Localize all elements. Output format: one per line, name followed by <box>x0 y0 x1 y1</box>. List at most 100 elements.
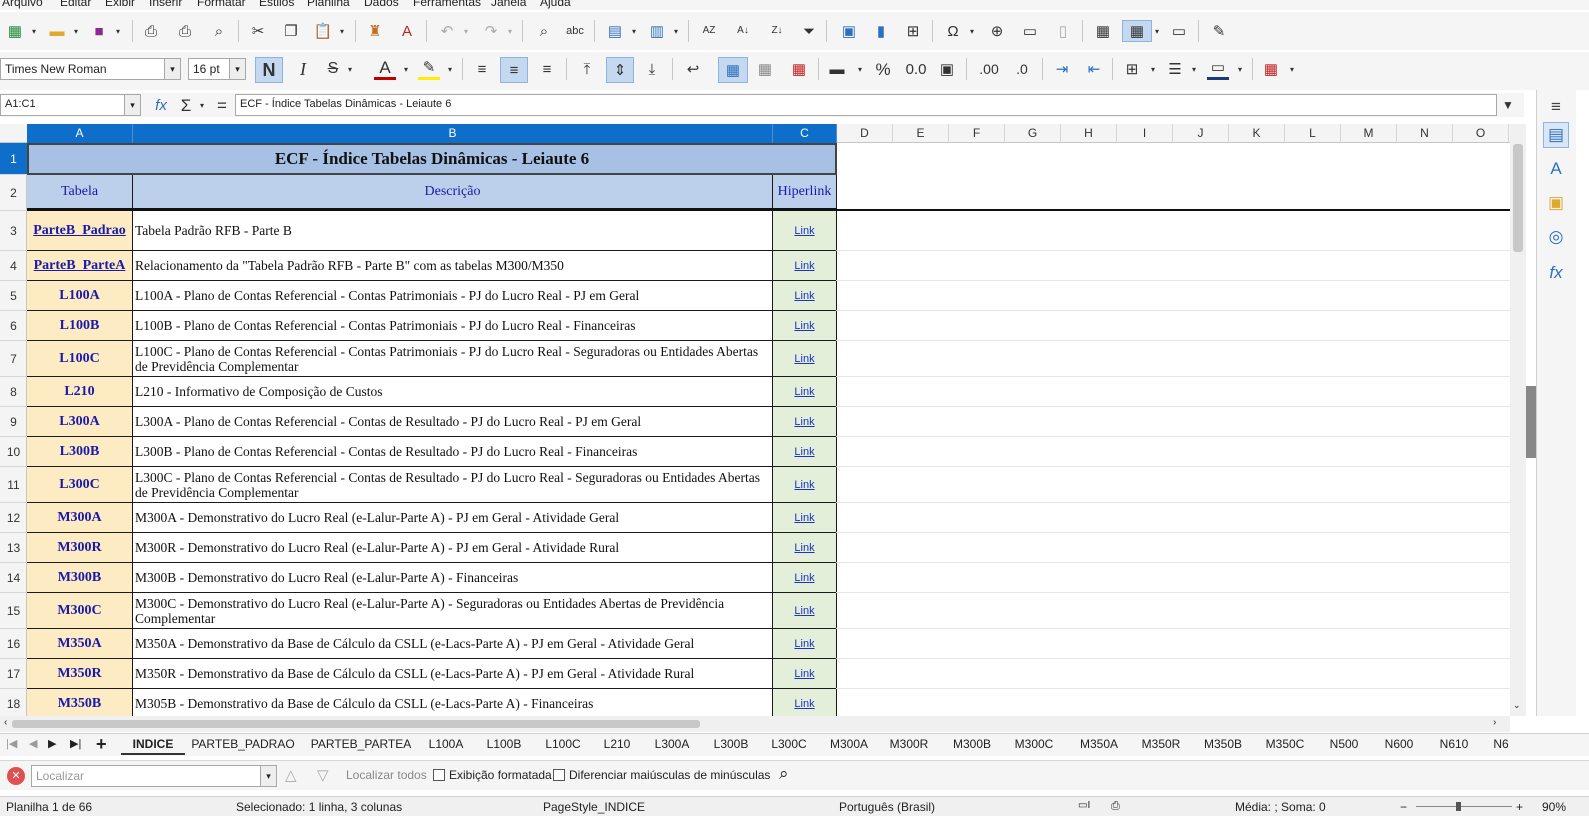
spellcheck-icon[interactable]: abc <box>564 20 586 42</box>
hyperlink-cell[interactable]: Link <box>773 593 837 629</box>
hyperlink-cell[interactable]: Link <box>773 341 837 377</box>
row-header-9[interactable]: 9 <box>0 407 27 437</box>
description-cell[interactable]: M305B - Demonstrativo da Base de Cálculo… <box>133 689 773 716</box>
table-name-cell[interactable]: L300C <box>27 467 133 503</box>
row-header-16[interactable]: 16 <box>0 629 27 659</box>
row-header-10[interactable]: 10 <box>0 437 27 467</box>
function-wizard-icon[interactable]: fx <box>150 94 172 116</box>
chevron-down-icon[interactable]: ▾ <box>124 95 140 115</box>
print-preview-icon[interactable]: ⌕ <box>208 20 230 42</box>
border-style-dropdown-icon[interactable]: ▾ <box>1190 58 1198 80</box>
zoom-in-icon[interactable]: + <box>1516 800 1523 814</box>
hyperlink-cell[interactable]: Link <box>773 377 837 407</box>
menu-item-arquivo[interactable]: Arquivo <box>2 0 43 9</box>
table-name-cell[interactable]: M350A <box>27 629 133 659</box>
hyperlink-cell[interactable]: Link <box>773 311 837 341</box>
font-size-box[interactable]: 16 pt ▾ <box>188 58 246 80</box>
column-icon[interactable]: ▥ <box>646 20 668 42</box>
row-header-7[interactable]: 7 <box>0 341 27 377</box>
bold-button[interactable]: N <box>255 57 283 83</box>
row-header-15[interactable]: 15 <box>0 593 27 629</box>
add-decimal-button[interactable]: .00 <box>975 58 1003 80</box>
zoom-level[interactable]: 90% <box>1542 800 1566 814</box>
row-header-5[interactable]: 5 <box>0 281 27 311</box>
paste-dropdown-icon[interactable]: ▾ <box>338 20 346 42</box>
description-cell[interactable]: Relacionamento da "Tabela Padrão RFB - P… <box>133 251 773 281</box>
tab-m300b[interactable]: M300B <box>947 737 997 755</box>
last-sheet-icon[interactable]: ▶| <box>70 737 81 750</box>
redo-dropdown-icon[interactable]: ▾ <box>506 20 514 42</box>
table-name-cell[interactable]: L300B <box>27 437 133 467</box>
sum-icon[interactable]: Σ <box>175 94 197 116</box>
number-format-button[interactable]: 0.0 <box>903 58 929 80</box>
header-footer-icon[interactable]: ▯ <box>1052 20 1074 42</box>
link-text[interactable]: Link <box>794 605 814 617</box>
chevron-down-icon[interactable]: ▾ <box>260 766 276 786</box>
tab-l300c[interactable]: L300C <box>764 737 814 755</box>
tab-m350a[interactable]: M350A <box>1071 737 1127 755</box>
sidebar-menu-icon[interactable]: ≡ <box>1543 94 1569 120</box>
font-color-button[interactable]: A <box>374 58 396 80</box>
link-text[interactable]: Link <box>794 572 814 584</box>
currency-format-icon[interactable]: ▬ <box>826 58 848 80</box>
hyperlink-cell[interactable]: Link <box>773 251 837 281</box>
hyperlink-cell[interactable]: Link <box>773 629 837 659</box>
align-top-icon[interactable]: ⤒ <box>576 58 598 80</box>
link-text[interactable]: Link <box>794 446 814 458</box>
link-text[interactable]: Link <box>794 260 814 272</box>
wrap-text-icon[interactable]: ↩ <box>682 58 704 80</box>
save-dropdown-icon[interactable]: ▾ <box>114 20 122 42</box>
tab-n600[interactable]: N600 <box>1375 737 1423 755</box>
redo-icon[interactable]: ↷ <box>480 20 502 42</box>
menu-item-estilos[interactable]: Estilos <box>259 0 294 9</box>
menu-item-formatar[interactable]: Formatar <box>197 0 246 9</box>
column-header-f[interactable]: F <box>949 124 1005 143</box>
border-style-icon[interactable]: ☰ <box>1164 58 1186 80</box>
tab-l100b[interactable]: L100B <box>478 737 530 755</box>
table-name-cell[interactable]: L100C <box>27 341 133 377</box>
row-icon[interactable]: ▤ <box>604 20 626 42</box>
sheet-grid[interactable]: ECF - Índice Tabelas Dinâmicas - Leiaute… <box>27 143 1510 716</box>
clear-formatting-icon[interactable]: A <box>396 20 418 42</box>
table-name-cell[interactable]: M300A <box>27 503 133 533</box>
hyperlink-cell[interactable]: Link <box>773 211 837 251</box>
find-all-button[interactable]: Localizar todos <box>346 768 427 782</box>
tab-l100a[interactable]: L100A <box>423 737 469 755</box>
description-cell[interactable]: L100C - Plano de Contas Referencial - Co… <box>133 341 773 377</box>
prev-sheet-icon[interactable]: ◀ <box>29 737 37 750</box>
description-cell[interactable]: L100B - Plano de Contas Referencial - Co… <box>133 311 773 341</box>
tab-n610[interactable]: N610 <box>1432 737 1476 755</box>
add-sheet-icon[interactable]: + <box>96 734 107 755</box>
menu-item-editar[interactable]: Editar <box>60 0 91 9</box>
delete-decimal-button[interactable]: .0 <box>1008 58 1036 80</box>
save-icon[interactable]: ■ <box>88 20 110 42</box>
date-format-icon[interactable]: ▣ <box>936 58 958 80</box>
row-header-2[interactable]: 2 <box>0 175 27 211</box>
sort-ascending-icon[interactable]: A↓ <box>732 20 754 42</box>
description-cell[interactable]: M300B - Demonstrativo do Lucro Real (e-L… <box>133 563 773 593</box>
hyperlink-icon[interactable]: ⊕ <box>986 20 1008 42</box>
tab-parteb_partea[interactable]: PARTEB_PARTEA <box>308 737 414 755</box>
zoom-out-icon[interactable]: − <box>1400 800 1407 814</box>
hyperlink-cell[interactable]: Link <box>773 407 837 437</box>
column-header-k[interactable]: K <box>1229 124 1285 143</box>
row-header-3[interactable]: 3 <box>0 211 27 251</box>
table-name-cell[interactable]: ParteB_Padrao <box>27 211 133 251</box>
scroll-right-icon[interactable]: › <box>1493 717 1496 728</box>
menu-item-ajuda[interactable]: Ajuda <box>540 0 571 9</box>
first-sheet-icon[interactable]: |◀ <box>6 737 17 750</box>
strikethrough-button[interactable]: S <box>322 58 344 80</box>
find-replace-dialog-icon[interactable]: ⌕ <box>779 764 789 784</box>
tab-m350r[interactable]: M350R <box>1136 737 1186 755</box>
link-text[interactable]: Link <box>794 698 814 710</box>
language[interactable]: Português (Brasil) <box>839 800 935 814</box>
formatted-display-checkbox[interactable] <box>433 769 445 781</box>
tab-n500[interactable]: N500 <box>1322 737 1366 755</box>
find-previous-icon[interactable]: △ <box>285 766 297 784</box>
clone-formatting-icon[interactable]: ♜ <box>364 20 386 42</box>
table-name-cell[interactable]: M300C <box>27 593 133 629</box>
show-draw-functions-icon[interactable]: ✎ <box>1208 20 1230 42</box>
navigator-icon[interactable]: ◎ <box>1543 224 1569 250</box>
row-header-6[interactable]: 6 <box>0 311 27 341</box>
tab-m300a[interactable]: M300A <box>822 737 876 755</box>
